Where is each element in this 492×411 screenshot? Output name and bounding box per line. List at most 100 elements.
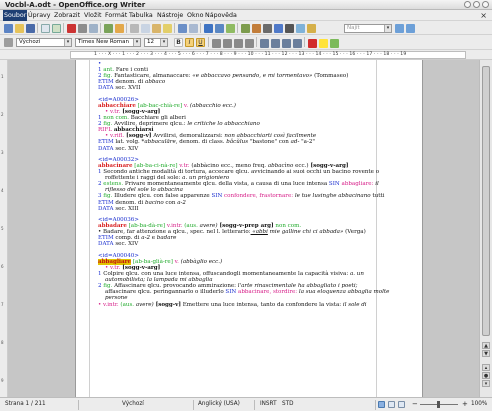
redo-icon[interactable] [189, 24, 198, 33]
status-bar: Strana 1 / 211 Výchozí Anglický (USA) IN… [0, 397, 492, 411]
paragraph-style-select[interactable]: Výchozí ▾ [16, 38, 72, 47]
align-center-icon[interactable] [223, 39, 232, 48]
underline-button[interactable]: U [196, 38, 205, 47]
minimize-button[interactable] [464, 1, 471, 8]
next-page-icon[interactable]: ▾ [482, 380, 490, 387]
navigation-icon[interactable]: ● [482, 372, 490, 379]
navigator-icon[interactable] [252, 24, 261, 33]
autospellcheck-icon[interactable] [115, 24, 124, 33]
find-replace-icon[interactable] [241, 24, 250, 33]
single-page-view-icon[interactable] [378, 401, 385, 408]
table-icon[interactable] [215, 24, 224, 33]
cut-icon[interactable] [130, 24, 139, 33]
increase-indent-icon[interactable] [293, 39, 302, 48]
gallery-icon[interactable] [263, 24, 272, 33]
vertical-ruler[interactable]: 1 2 3 4 5 6 7 8 9 [0, 60, 8, 397]
justify-icon[interactable] [245, 39, 254, 48]
show-draw-functions-icon[interactable] [226, 24, 235, 33]
date-label: DATA [98, 145, 114, 152]
usage-label: non com. [101, 115, 130, 122]
decrease-indent-icon[interactable] [282, 39, 291, 48]
zoom-slider-handle[interactable] [437, 401, 440, 408]
zoom-level[interactable]: 100% [469, 398, 487, 411]
datasources-icon[interactable] [274, 24, 283, 33]
zoom-in-icon[interactable]: + [460, 398, 468, 411]
usage-label: estens. [101, 181, 124, 188]
etym-word: badare [155, 235, 177, 242]
menu-tools[interactable]: Nástroje [156, 10, 184, 21]
zoom-out-icon[interactable]: − [410, 398, 418, 411]
format-paintbrush-icon[interactable] [163, 24, 172, 33]
find-box[interactable]: Najít ▾ [344, 24, 392, 33]
chevron-down-icon[interactable]: ▾ [64, 39, 71, 46]
page-indicator[interactable]: Strana 1 / 211 [3, 398, 46, 411]
bullets-icon[interactable] [271, 39, 280, 48]
chevron-down-icon[interactable]: ▾ [160, 39, 167, 46]
open-folder-icon[interactable] [15, 24, 24, 33]
multi-page-view-icon[interactable] [388, 401, 395, 408]
definition: Emettere una luce intensa, tanto da conf… [180, 301, 342, 308]
book-view-icon[interactable] [398, 401, 405, 408]
print-icon[interactable] [78, 24, 87, 33]
numbering-icon[interactable] [260, 39, 269, 48]
menu-edit[interactable]: Úpravy [27, 10, 52, 21]
scroll-down-icon[interactable]: ▼ [482, 350, 490, 357]
export-pdf-icon[interactable] [67, 24, 76, 33]
background-color-icon[interactable] [330, 39, 339, 48]
find-next-icon[interactable] [395, 24, 404, 33]
document-page[interactable]: • 1 ant. Fare i conti 2 fig. Fantasticar… [75, 60, 423, 397]
menu-file[interactable]: Soubor [3, 10, 28, 21]
page-style[interactable]: Výchozí [120, 398, 144, 411]
horizontal-ruler[interactable]: 1 · · · X · · · 1 · · · 2 · · · 3 · · · … [0, 50, 492, 60]
find-previous-icon[interactable] [406, 24, 415, 33]
etym-word: abbaco [143, 79, 166, 86]
italic-button[interactable]: I [185, 38, 194, 47]
align-right-icon[interactable] [234, 39, 243, 48]
align-left-icon[interactable] [212, 39, 221, 48]
print-preview-icon[interactable] [89, 24, 98, 33]
etym-text: "a-2" [299, 139, 315, 146]
styles-formatting-icon[interactable] [4, 38, 13, 47]
copy-icon[interactable] [141, 24, 150, 33]
menu-view[interactable]: Zobrazit [53, 10, 81, 21]
font-size-select[interactable]: 12 ▾ [144, 38, 168, 47]
find-dropdown-icon[interactable]: ▾ [384, 25, 391, 32]
menu-window[interactable]: Okno [186, 10, 204, 21]
document-text[interactable]: • 1 ant. Fare i conti 2 fig. Fantasticar… [98, 61, 413, 308]
font-color-icon[interactable] [308, 39, 317, 48]
menu-help[interactable]: Nápověda [204, 10, 238, 21]
formatting-marks-icon[interactable] [285, 24, 294, 33]
language[interactable]: Anglický (USA) [196, 398, 240, 411]
insert-mode[interactable]: INSRT [258, 398, 277, 411]
chevron-down-icon[interactable]: ▾ [133, 39, 140, 46]
selection-mode[interactable]: STD [280, 398, 293, 411]
highlight-icon[interactable] [319, 39, 328, 48]
date-text: sec. XIV [113, 145, 139, 152]
scrollbar-thumb[interactable] [482, 66, 490, 336]
font-name-select[interactable]: Times New Roman ▾ [75, 38, 141, 47]
etym-word: a-2 [175, 199, 186, 206]
email-icon[interactable] [41, 24, 50, 33]
date-text: sec. XIV [113, 241, 139, 248]
help-icon[interactable] [307, 24, 316, 33]
maximize-button[interactable] [473, 1, 480, 8]
example: la sua eloquenza abbaglia molte [297, 289, 390, 296]
edit-file-icon[interactable] [52, 24, 61, 33]
menu-format[interactable]: Formát [104, 10, 128, 21]
menu-table[interactable]: Tabulka [128, 10, 154, 21]
close-document-icon[interactable]: × [480, 10, 487, 21]
bold-button[interactable]: B [174, 38, 183, 47]
undo-icon[interactable] [178, 24, 187, 33]
example: «e abbaccavo pensando, e mi tormentavo» [190, 73, 313, 80]
new-document-icon[interactable] [4, 24, 13, 33]
zoom-icon[interactable] [296, 24, 305, 33]
spellcheck-icon[interactable] [104, 24, 113, 33]
close-window-button[interactable] [482, 1, 489, 8]
save-icon[interactable] [26, 24, 35, 33]
vertical-scrollbar[interactable]: ▲ ▼ ▴ ● ▾ [479, 60, 492, 397]
menu-insert[interactable]: Vložit [83, 10, 102, 21]
paste-icon[interactable] [152, 24, 161, 33]
hyperlink-icon[interactable] [204, 24, 213, 33]
scroll-up-icon[interactable]: ▲ [482, 342, 490, 349]
previous-page-icon[interactable]: ▴ [482, 364, 490, 371]
